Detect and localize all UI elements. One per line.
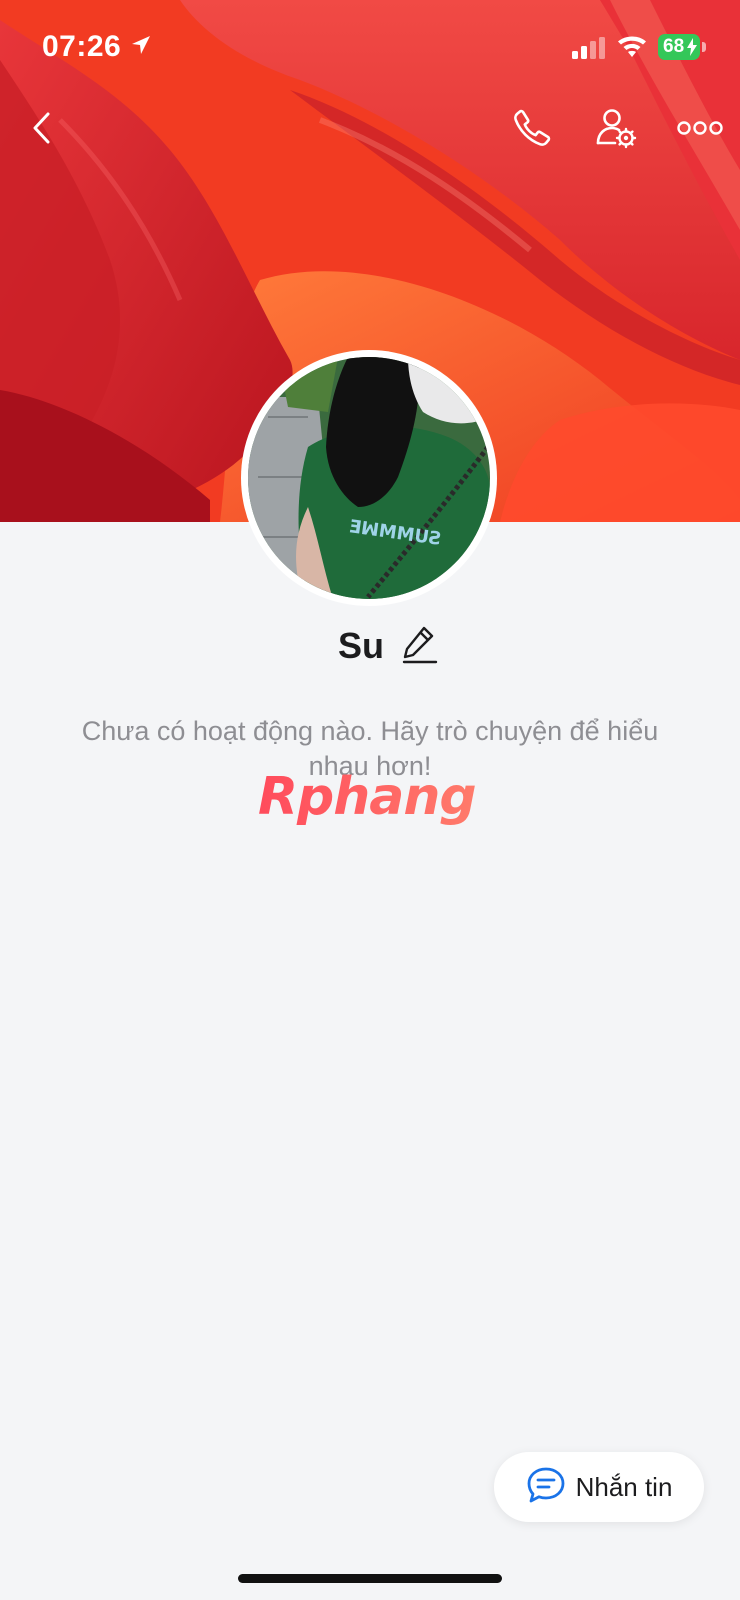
more-button[interactable] bbox=[672, 102, 728, 158]
chevron-left-icon bbox=[30, 110, 54, 151]
phone-icon bbox=[512, 108, 552, 153]
profile-name-row: Su bbox=[0, 624, 740, 668]
cellular-signal-icon bbox=[572, 37, 606, 64]
pencil-icon bbox=[402, 624, 438, 669]
battery-level: 68 bbox=[663, 36, 685, 57]
home-indicator[interactable] bbox=[238, 1574, 502, 1583]
edit-name-button[interactable] bbox=[398, 624, 442, 668]
back-button[interactable] bbox=[14, 102, 70, 158]
watermark-text: Rphang bbox=[258, 768, 476, 827]
watermark-logo: Rphang bbox=[258, 767, 488, 832]
send-message-label: Nhắn tin bbox=[575, 1471, 673, 1502]
more-horizontal-icon bbox=[677, 120, 723, 141]
svg-text:Rphang: Rphang bbox=[258, 768, 476, 827]
wifi-icon bbox=[616, 33, 648, 64]
profile-settings-button[interactable] bbox=[588, 102, 644, 158]
battery-charging-icon: 68 bbox=[658, 34, 700, 60]
battery-cap bbox=[702, 42, 706, 52]
user-settings-icon bbox=[595, 107, 637, 154]
chat-bubble-icon bbox=[526, 1466, 566, 1509]
send-message-button[interactable]: Nhắn tin bbox=[494, 1452, 704, 1522]
profile-name: Su bbox=[337, 625, 384, 666]
location-arrow-icon bbox=[130, 34, 152, 61]
status-time: 07:26 bbox=[42, 30, 122, 63]
avatar-photo: ƎꟽMMUƧ bbox=[248, 357, 490, 599]
call-button[interactable] bbox=[504, 102, 560, 158]
profile-screen: 07:26 68 ƎꟽMMUƧ Su Chưa có hoạt động nào… bbox=[0, 0, 740, 1600]
avatar[interactable]: ƎꟽMMUƧ bbox=[241, 350, 497, 606]
status-bar: 07:26 68 bbox=[0, 0, 740, 96]
